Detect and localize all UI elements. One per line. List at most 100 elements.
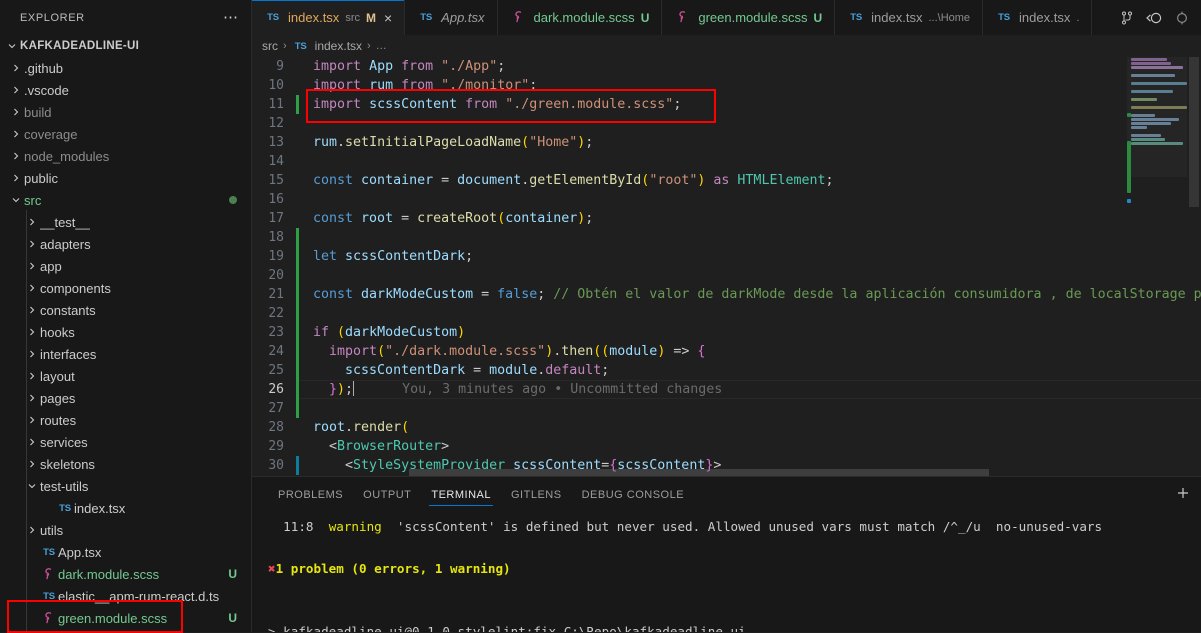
panel-tab-gitlens[interactable]: GITLENS	[501, 477, 572, 512]
git-change-indicator	[296, 399, 299, 418]
tree-item-routes[interactable]: routes	[0, 409, 251, 431]
tree-item-pages[interactable]: pages	[0, 387, 251, 409]
editor-area: TS index.tsx src M × TS App.tsx dark.module.scs…	[252, 0, 1201, 632]
line-number: 16	[268, 192, 284, 207]
editor-tab-bar[interactable]: TS index.tsx src M × TS App.tsx dark.module.scs…	[252, 0, 1201, 35]
terminal-problem-glyph: ✖	[268, 561, 276, 576]
tree-item-constants[interactable]: constants	[0, 299, 251, 321]
code-line-15[interactable]: 15 const container = document.getElementB…	[252, 171, 1201, 190]
panel-tab-bar[interactable]: PROBLEMS OUTPUT TERMINAL GITLENS DEBUG CONSO…	[252, 477, 1201, 512]
code-line-22[interactable]: 22	[252, 304, 1201, 323]
tree-item-build[interactable]: build	[0, 101, 251, 123]
split-editor-icon[interactable]	[1119, 10, 1135, 26]
tree-item-elastic-apm-rum-react-d-ts[interactable]: TS elastic__apm-rum-react.d.ts	[0, 585, 251, 607]
code-line-14[interactable]: 14	[252, 152, 1201, 171]
tree-item-vscode[interactable]: .vscode	[0, 79, 251, 101]
vscode-window: EXPLORER ⋯ KAFKADEADLINE-UI .github .vsco…	[0, 0, 1201, 633]
tree-item-public[interactable]: public	[0, 167, 251, 189]
tree-item-node-modules[interactable]: node_modules	[0, 145, 251, 167]
tree-item-app[interactable]: app	[0, 255, 251, 277]
tree-item-components[interactable]: components	[0, 277, 251, 299]
code-line-11[interactable]: 11 import scssContent from "./green.modul…	[252, 95, 1201, 114]
tree-item-services[interactable]: services	[0, 431, 251, 453]
tree-item-coverage[interactable]: coverage	[0, 123, 251, 145]
line-number: 25	[268, 363, 284, 378]
code-line-20[interactable]: 20	[252, 266, 1201, 285]
breadcrumb-item-file[interactable]: index.tsx	[315, 39, 362, 53]
breadcrumb[interactable]: src › TS index.tsx › …	[252, 35, 1201, 57]
breadcrumb-item-src[interactable]: src	[262, 39, 278, 53]
minimap[interactable]	[1127, 57, 1187, 476]
editor-tab-dark-module-scss-2[interactable]: dark.module.scss U	[497, 0, 663, 35]
code-line-24[interactable]: 24 import("./dark.module.scss").then((mo…	[252, 342, 1201, 361]
code-line-29[interactable]: 29 <BrowserRouter>	[252, 437, 1201, 456]
breadcrumb-item-more[interactable]: …	[376, 40, 387, 52]
panel-tab-output[interactable]: OUTPUT	[353, 477, 421, 512]
git-change-indicator	[296, 152, 299, 171]
tree-item-utils[interactable]: utils	[0, 519, 251, 541]
editor-tab-index-tsx-4[interactable]: TS index.tsx ...\Home	[835, 0, 984, 35]
panel-tab-terminal[interactable]: TERMINAL	[421, 477, 501, 512]
tree-item-label: test-utils	[40, 478, 89, 494]
tree-root-kafkadeadline-ui[interactable]: KAFKADEADLINE-UI	[0, 35, 251, 57]
chevron-down-icon	[8, 195, 24, 206]
terminal-output[interactable]: 11:8 warning 'scssContent' is defined bu…	[252, 512, 1201, 632]
editor-tab-index-tsx-5[interactable]: TS index.tsx.	[983, 0, 1093, 35]
go-back-icon[interactable]	[1145, 10, 1163, 26]
add-terminal-icon[interactable]	[1175, 485, 1191, 504]
code-line-26[interactable]: 26 }); You, 3 minutes ago • Uncommitted …	[252, 380, 1201, 399]
terminal-line: ✖1 problem (0 errors, 1 warning)	[268, 558, 1201, 579]
tree-item-test[interactable]: __test__	[0, 211, 251, 233]
tree-item-test-utils[interactable]: test-utils	[0, 475, 251, 497]
tree-item-label: adapters	[40, 236, 91, 252]
line-number: 28	[268, 420, 284, 435]
tree-item-index-tsx[interactable]: TS index.tsx	[0, 497, 251, 519]
code-line-12[interactable]: 12	[252, 114, 1201, 133]
code-line-28[interactable]: 28 root.render(	[252, 418, 1201, 437]
code-line-21[interactable]: 21 const darkModeCustom = false; // Obtén…	[252, 285, 1201, 304]
code-line-23[interactable]: 23 if (darkModeCustom)	[252, 323, 1201, 342]
tree-item-layout[interactable]: layout	[0, 365, 251, 387]
editor-vertical-scrollbar[interactable]	[1187, 57, 1201, 476]
code-line-13[interactable]: 13 rum.setInitialPageLoadName("Home");	[252, 133, 1201, 152]
code-line-9[interactable]: 9 import App from "./App";	[252, 57, 1201, 76]
editor-tab-app-tsx-1[interactable]: TS App.tsx	[405, 0, 498, 35]
panel-tab-debug-console[interactable]: DEBUG CONSOLE	[572, 477, 694, 512]
tree-item-adapters[interactable]: adapters	[0, 233, 251, 255]
code-editor[interactable]: 9 import App from "./App"; 10 import rum fr…	[252, 57, 1201, 476]
tab-close-icon[interactable]: ×	[384, 11, 392, 25]
code-line-25[interactable]: 25 scssContentDark = module.default;	[252, 361, 1201, 380]
code-line-27[interactable]: 27	[252, 399, 1201, 418]
tree-item-app-tsx[interactable]: TS App.tsx	[0, 541, 251, 563]
tree-item-hooks[interactable]: hooks	[0, 321, 251, 343]
editor-tab-index-tsx-0[interactable]: TS index.tsx src M ×	[252, 0, 406, 35]
tree-item-green-module-scss[interactable]: green.module.scss U	[0, 607, 251, 629]
ellipsis-icon[interactable]: ⋯	[223, 10, 239, 25]
code-line-17[interactable]: 17 const root = createRoot(container);	[252, 209, 1201, 228]
code-line-10[interactable]: 10 import rum from "./monitor";	[252, 76, 1201, 95]
scrollbar-thumb[interactable]	[1189, 57, 1199, 207]
tree-item-skeletons[interactable]: skeletons	[0, 453, 251, 475]
scrollbar-thumb-horizontal[interactable]	[409, 469, 989, 476]
chevron-right-icon	[8, 173, 24, 184]
panel-tab-problems[interactable]: PROBLEMS	[268, 477, 353, 512]
code-line-19[interactable]: 19 let scssContentDark;	[252, 247, 1201, 266]
tree-item-label: green.module.scss	[58, 610, 168, 626]
tree-item-label: routes	[40, 412, 77, 428]
code-line-18[interactable]: 18	[252, 228, 1201, 247]
editor-horizontal-scrollbar[interactable]	[299, 469, 1127, 476]
tree-item-github[interactable]: .github	[0, 57, 251, 79]
code-lines[interactable]: 9 import App from "./App"; 10 import rum fr…	[252, 57, 1201, 476]
minimap-slider[interactable]	[1127, 57, 1187, 177]
tree-item-interfaces[interactable]: interfaces	[0, 343, 251, 365]
more-actions-icon[interactable]	[1173, 10, 1191, 26]
line-number: 13	[268, 135, 284, 150]
file-tree[interactable]: KAFKADEADLINE-UI .github .vscode build cove…	[0, 35, 251, 632]
git-change-indicator	[296, 114, 299, 133]
breadcrumb-separator: ›	[367, 40, 371, 52]
code-line-16[interactable]: 16	[252, 190, 1201, 209]
tree-item-dark-module-scss[interactable]: dark.module.scss U	[0, 563, 251, 585]
tree-item-src[interactable]: src	[0, 189, 251, 211]
editor-tab-green-module-scss-3[interactable]: green.module.scss U	[662, 0, 836, 35]
